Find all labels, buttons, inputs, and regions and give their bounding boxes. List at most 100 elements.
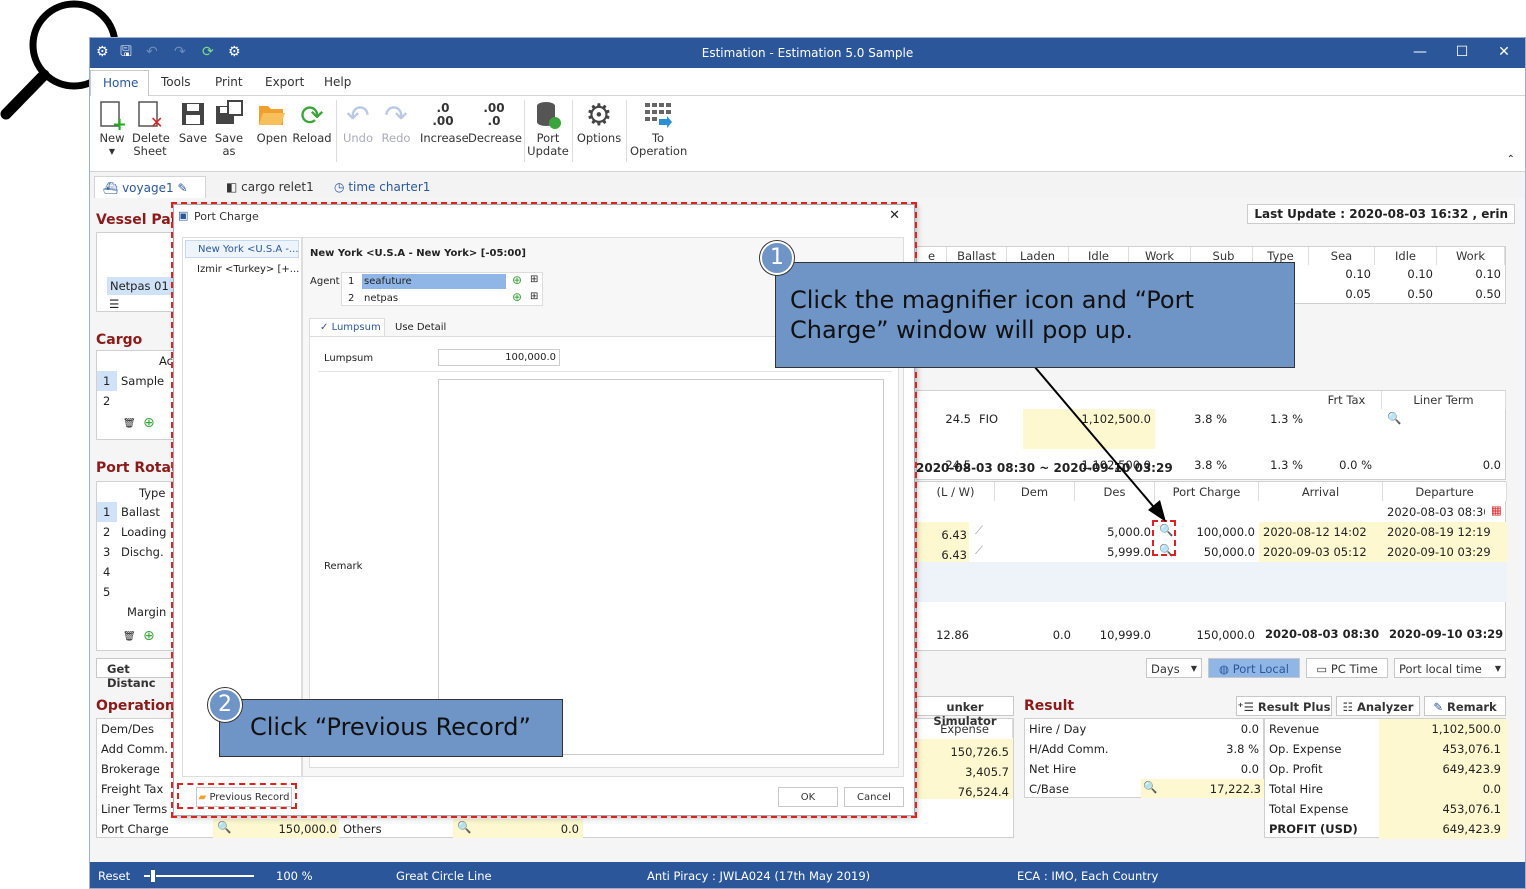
delete-sheet-button[interactable]: ✕ Delete Sheet [132,100,170,158]
menu-bar: Home Tools Print Export Help [90,68,1525,96]
decrease-decimal-button[interactable]: .00.0 Decrease [468,100,522,145]
globe-icon: ◍ [1219,662,1230,676]
undo-icon: ↶ [346,98,370,132]
new-button[interactable]: + New▼ [96,100,128,158]
reset-button[interactable]: Reset [98,869,130,883]
trash-icon[interactable]: 🗑 [123,418,136,429]
ok-button[interactable]: OK [778,787,838,807]
port-item-new-york[interactable]: New York <U.S.A -... [185,240,299,258]
svg-text:✕: ✕ [150,113,163,130]
section-vessel: Vessel Part [96,212,185,228]
open-button[interactable]: Open [256,100,288,145]
days-select[interactable]: Days ▼ [1146,658,1202,678]
port-rotation-list: Type 1 Ballast 2 Loading 3 Dischg. 4 5 M… [96,481,176,651]
increase-decimal-button[interactable]: .0.00 Increase [420,100,469,145]
port-local-button[interactable]: ◍ Port Local [1208,658,1300,678]
add-agent-icon[interactable]: ⊕ [512,290,522,304]
increase-decimal-icon: .0.00 [432,101,454,128]
lumpsum-input[interactable]: 100,000.0 [438,349,560,366]
analyzer-icon: ☷ [1342,700,1353,714]
analyzer-button[interactable]: ☷ Analyzer [1336,696,1420,716]
title-bar: ⚙ 🖫 ↶ ↷ ⟳ ⚙ Estimation - Estimation 5.0 … [90,38,1525,68]
last-update-label: Last Update : 2020-08-03 16:32 , erin [1247,204,1515,224]
folder-open-icon [256,100,288,130]
tab-lumpsum[interactable]: ✓ Lumpsum [309,318,385,336]
menu-export[interactable]: Export [265,75,304,89]
remark-button[interactable]: ✎ Remark [1424,696,1506,716]
move-agent-icon[interactable]: ⊞ [530,291,538,302]
list-icon[interactable]: ☰ [109,297,119,311]
save-icon [178,100,208,130]
zoom-slider-handle[interactable] [150,869,156,883]
edit-icon: ✎ [177,181,188,195]
tab-cargo-relet[interactable]: ◧ cargo relet1 [218,176,322,198]
menu-print[interactable]: Print [215,75,243,89]
close-button[interactable]: ✕ [1489,44,1519,60]
result-plus-button[interactable]: ⁺☰ Result Plus [1236,696,1332,716]
trash-icon[interactable]: 🗑 [123,631,136,642]
route-mode[interactable]: Great Circle Line [396,869,492,883]
vessel-name[interactable]: Netpas 01 [107,277,177,295]
decrease-decimal-icon: .00.0 [483,101,505,128]
tab-voyage[interactable]: ⛴ voyage1 ✎ ✕ [94,176,206,209]
undo-button[interactable]: ↶ Undo [340,100,376,145]
save-as-button[interactable]: Save as [214,100,244,158]
bunker-simulator-button[interactable]: unker Simulator [916,696,1014,728]
save-as-icon [214,100,244,130]
edit-note-icon: ✎ [1433,700,1443,714]
zoom-slider[interactable] [144,875,254,877]
port-charge-op-search-icon[interactable]: 🔍 [217,820,231,834]
result-plus-icon: ⁺☰ [1237,700,1254,714]
add-icon[interactable]: ⊕ [143,415,155,431]
dialog-app-icon: ▣ [178,209,189,222]
agent-netpas[interactable]: netpas [364,293,398,304]
menu-home[interactable]: Home [90,70,150,96]
liner-term-search-icon[interactable]: 🔍 [1387,411,1401,425]
cargo-list: Ac 1 Sample 2 🗑 ⊕ [96,350,176,440]
menu-help[interactable]: Help [324,75,351,89]
eca-info: ECA : IMO, Each Country [1017,869,1159,883]
redo-icon: ↷ [384,98,408,132]
others-search-icon[interactable]: 🔍 [457,820,471,834]
port-update-button[interactable]: Port Update [526,100,570,158]
database-update-icon [526,100,570,130]
pin-icon[interactable]: ⟋ [975,523,983,538]
pin-icon[interactable]: ⟋ [975,543,983,558]
previous-record-button[interactable]: ▰ Previous Record [196,787,292,807]
agent-seafuture[interactable]: seafuture [362,274,506,289]
collapse-ribbon-icon[interactable]: ⌃ [1507,154,1515,165]
get-distance-button[interactable]: Get Distanc [96,658,176,690]
maximize-button[interactable]: ☐ [1447,44,1477,60]
redo-button[interactable]: ↷ Redo [378,100,414,145]
options-button[interactable]: ⚙ Options [576,100,622,145]
check-icon: ✓ [320,322,329,333]
cargo-name[interactable]: Sample [121,374,164,388]
reload-icon: ⟳ [300,98,324,132]
status-bar: Reset 100 % Great Circle Line Anti Pirac… [90,862,1525,888]
port-rotation-grid: (L / W) Dem Des Port Charge Arrival Depa… [916,481,1507,651]
minimize-button[interactable]: — [1405,44,1435,60]
calendar-icon[interactable]: ▦ [1491,503,1502,517]
clock-icon: ◷ [334,180,345,194]
port-charge-search-icon[interactable]: 🔍 [1159,543,1173,557]
svg-text:+: + [112,114,125,130]
cbase-search-icon[interactable]: 🔍 [1143,780,1157,794]
save-button[interactable]: Save [178,100,208,145]
menu-tools[interactable]: Tools [161,75,191,89]
add-agent-icon[interactable]: ⊕ [512,273,522,287]
to-operation-button[interactable]: To Operation [630,100,687,158]
reload-button[interactable]: ⟳ Reload [292,100,332,145]
port-item-izmir[interactable]: Izmir <Turkey> [+... [197,264,299,275]
result-left-grid: Hire / Day 0.0 H/Add Comm. 3.8 % Net Hir… [1024,718,1265,798]
move-agent-icon[interactable]: ⊞ [530,274,538,285]
time-mode-select[interactable]: Port local time ▼ [1394,658,1506,678]
add-icon[interactable]: ⊕ [143,628,155,644]
tab-time-charter[interactable]: ◷ time charter1 [326,176,438,198]
tab-use-detail[interactable]: Use Detail [395,322,446,333]
callout-2: Click “Previous Record” [219,699,563,757]
port-list: New York <U.S.A -... Izmir <Turkey> [+..… [182,237,302,777]
ship-icon: ⛴ [103,181,119,195]
pc-time-button[interactable]: ▭ PC Time [1306,658,1388,678]
dialog-close-icon[interactable]: ✕ [889,208,900,223]
cancel-button[interactable]: Cancel [844,787,904,807]
